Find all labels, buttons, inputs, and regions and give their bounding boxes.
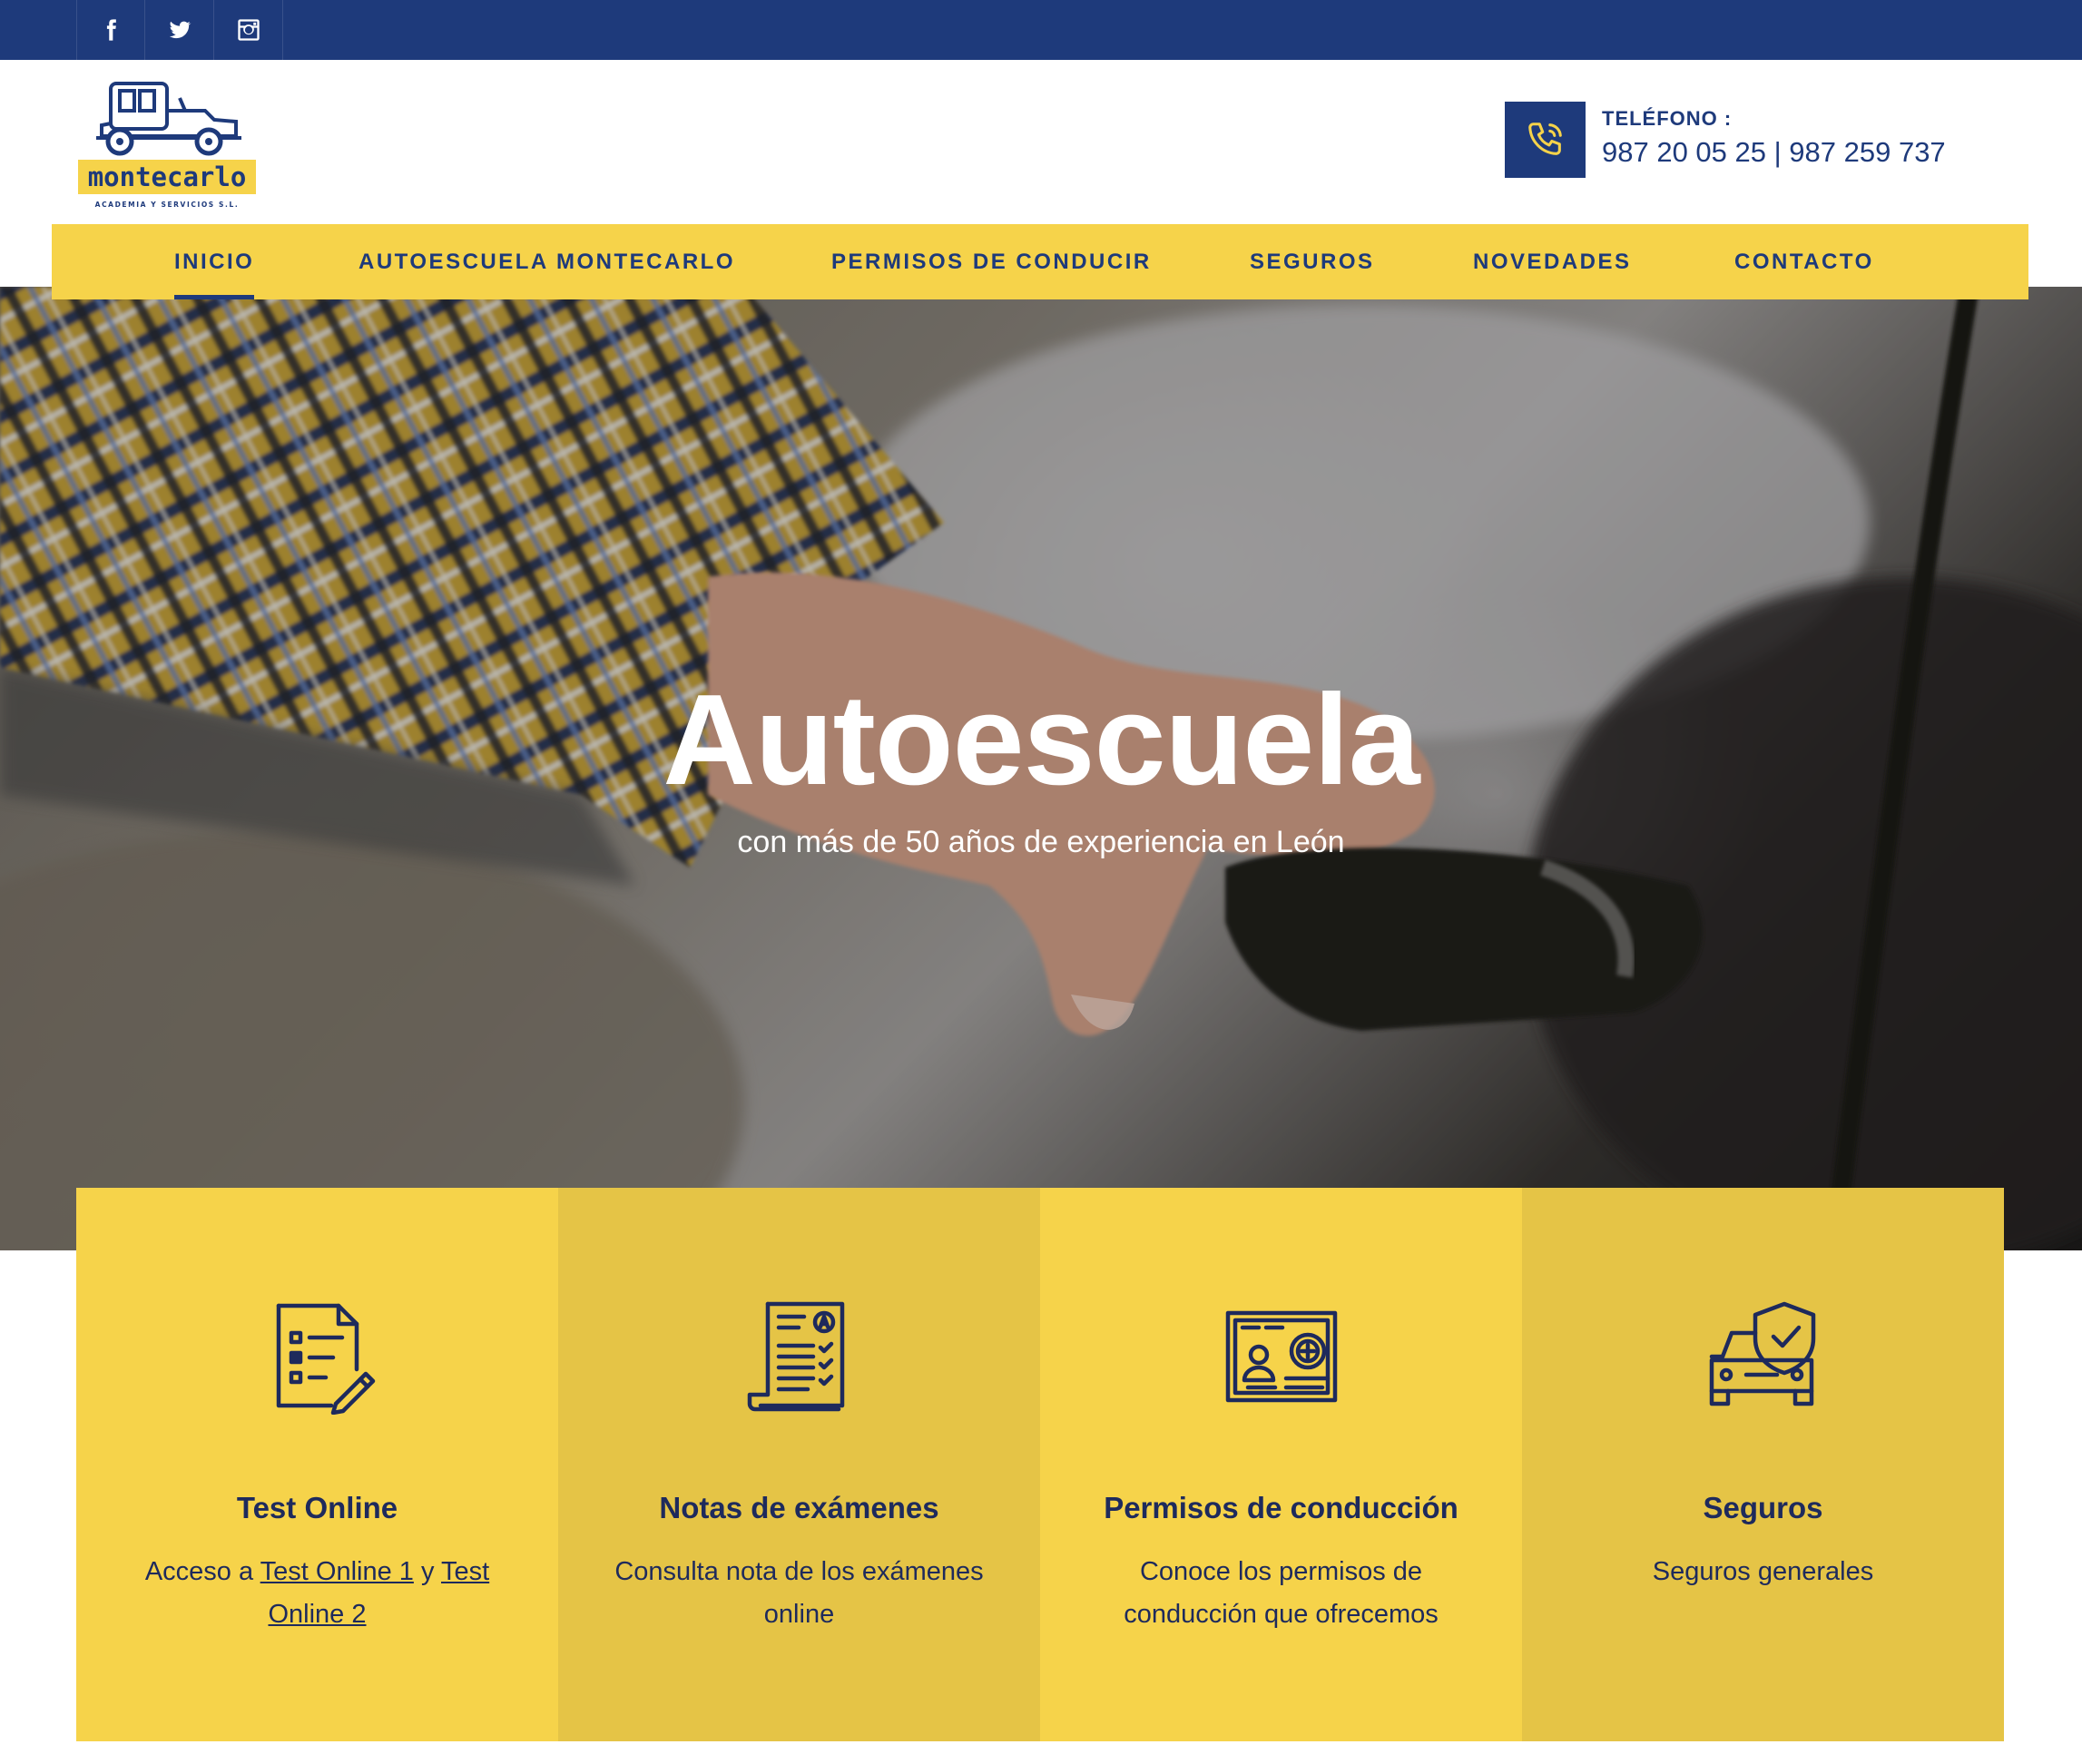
card-text: Conoce los permisos de conducción que of… (1124, 1557, 1439, 1629)
twitter-link[interactable] (145, 0, 214, 60)
facebook-link[interactable] (76, 0, 145, 60)
svg-text:ACADEMIA Y SERVICIOS S.L.: ACADEMIA Y SERVICIOS S.L. (95, 201, 240, 209)
card-text-middle: y (413, 1557, 441, 1586)
main-nav: INICIO AUTOESCUELA MONTECARLO PERMISOS D… (52, 224, 2028, 299)
hero-title: Autoescuela (663, 668, 1419, 812)
hero-banner: Autoescuela con más de 50 años de experi… (0, 287, 2082, 1250)
top-bar (0, 0, 2082, 60)
nav-item-seguros[interactable]: SEGUROS (1250, 224, 1375, 299)
card-text: Seguros generales (1652, 1557, 1874, 1586)
hero-subtitle: con más de 50 años de experiencia en Leó… (737, 825, 1345, 859)
phone-icon-box (1505, 102, 1586, 178)
nav-item-permisos-de-conducir[interactable]: PERMISOS DE CONDUCIR (831, 224, 1152, 299)
card-text: Consulta nota de los exámenes online (614, 1557, 984, 1629)
phone-label: TELÉFONO : (1602, 107, 1733, 130)
phone-icon (1527, 122, 1562, 155)
car-insurance-icon (1709, 1301, 1815, 1406)
nav-item-contacto[interactable]: CONTACTO (1734, 224, 1874, 299)
card-text-prefix: Acceso a (144, 1557, 260, 1586)
card-title: Notas de exámenes (659, 1491, 939, 1524)
card-text: Acceso a Test Online 1 y Test Online 2 (131, 1551, 504, 1636)
nav-item-novedades[interactable]: NOVEDADES (1473, 224, 1632, 299)
logo[interactable]: montecarlo ACADEMIA Y SERVICIOS S.L. (78, 78, 260, 211)
card-seguros[interactable]: Seguros Seguros generales (1522, 1188, 2004, 1741)
driving-license-icon (1225, 1310, 1337, 1403)
card-title: Seguros (1703, 1491, 1823, 1524)
nav-item-autoescuela-montecarlo[interactable]: AUTOESCUELA MONTECARLO (358, 224, 735, 299)
card-title: Permisos de conducción (1104, 1491, 1458, 1524)
exam-results-icon (747, 1301, 844, 1412)
card-title: Test Online (236, 1491, 398, 1524)
facebook-icon (106, 19, 116, 41)
card-test-online[interactable]: Test Online Acceso a Test Online 1 y Tes… (76, 1188, 558, 1741)
test-checklist-icon (276, 1303, 375, 1415)
svg-text:montecarlo: montecarlo (88, 162, 247, 192)
nav-item-inicio[interactable]: INICIO (174, 224, 255, 299)
services-cards: Test Online Acceso a Test Online 1 y Tes… (76, 1188, 2004, 1741)
twitter-icon (169, 21, 192, 39)
instagram-icon (237, 19, 260, 41)
instagram-link[interactable] (214, 0, 283, 60)
montecarlo-logo-icon: montecarlo ACADEMIA Y SERVICIOS S.L. (78, 82, 256, 209)
phone-number[interactable]: 987 20 05 25 | 987 259 737 (1602, 136, 1946, 169)
card-notas-de-examenes[interactable]: Notas de exámenes Consulta nota de los e… (558, 1188, 1040, 1741)
test-online-1-link[interactable]: Test Online 1 (260, 1557, 414, 1586)
card-permisos-de-conduccion[interactable]: Permisos de conducción Conoce los permis… (1040, 1188, 1522, 1741)
